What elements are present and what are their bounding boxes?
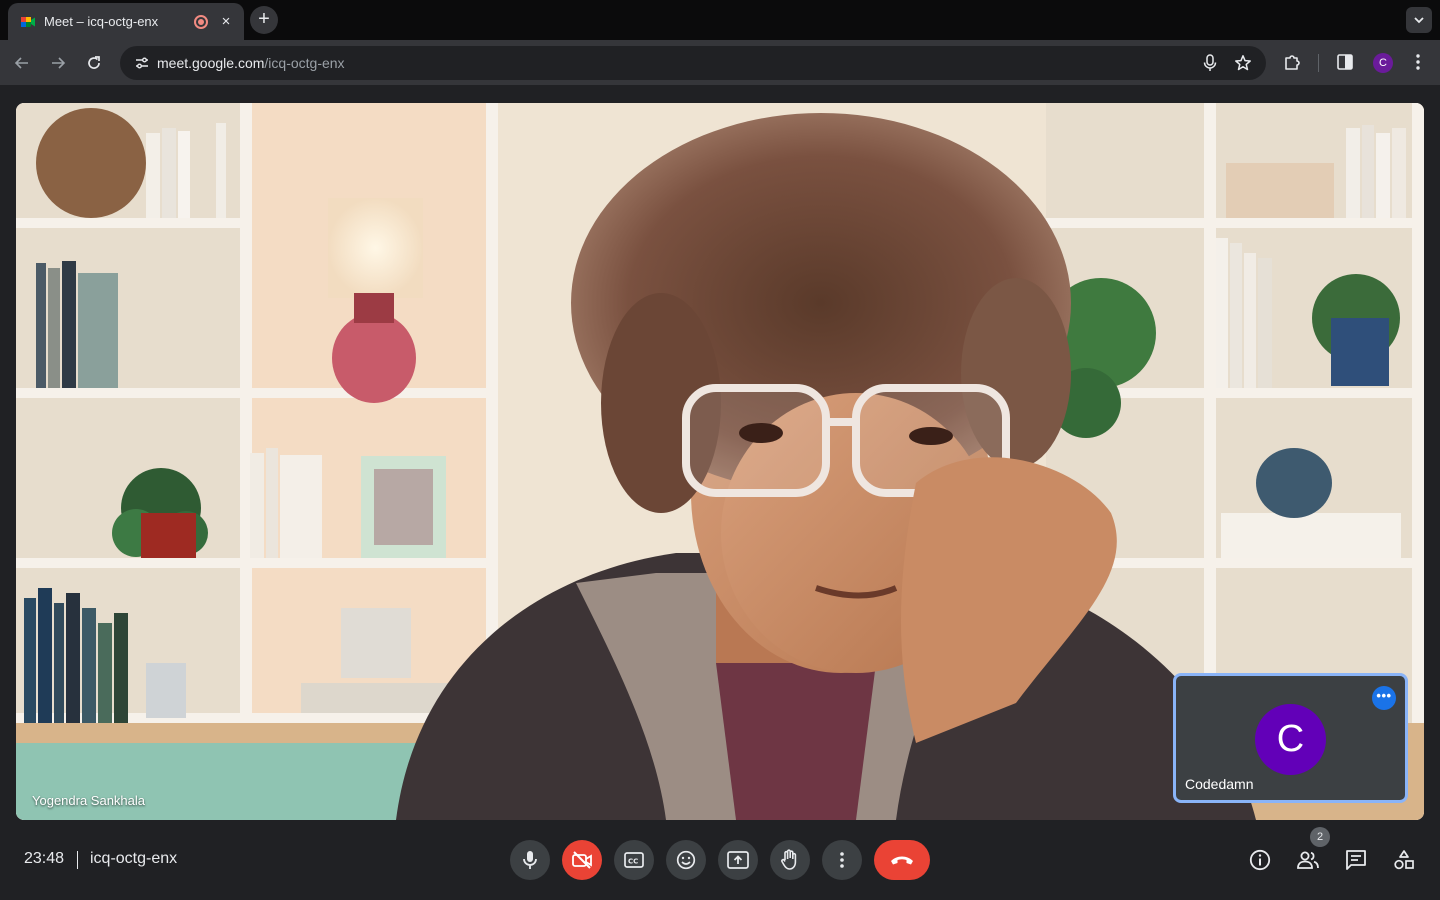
chat-button[interactable]: [1344, 848, 1368, 872]
meeting-details-button[interactable]: [1248, 848, 1272, 872]
captions-button[interactable]: CC: [614, 840, 654, 880]
tile-more-options-button[interactable]: •••: [1372, 686, 1396, 710]
tab-close-button[interactable]: ×: [218, 13, 234, 30]
camera-off-icon: [572, 851, 592, 869]
arrow-right-icon: [52, 57, 66, 69]
mic-icon: [523, 851, 537, 869]
self-view-tile[interactable]: ••• C Codedamn: [1173, 673, 1408, 803]
emoji-reactions-button[interactable]: [666, 840, 706, 880]
browser-tab[interactable]: Meet – icq-octg-enx ×: [8, 3, 244, 40]
raise-hand-button[interactable]: [770, 840, 810, 880]
leave-call-button[interactable]: [874, 840, 930, 880]
info-divider: [77, 851, 78, 869]
captions-icon: CC: [624, 852, 644, 868]
browser-toolbar: meet.google.com/icq-octg-enx C: [0, 40, 1440, 86]
raise-hand-icon: [781, 849, 797, 870]
meeting-code: icq-octg-enx: [90, 850, 178, 867]
address-bar[interactable]: meet.google.com/icq-octg-enx: [120, 46, 1266, 80]
participant-count-badge: 2: [1310, 827, 1330, 847]
url-path: /icq-octg-enx: [264, 55, 345, 71]
self-name-label: Codedamn: [1185, 776, 1254, 792]
recording-indicator-icon: [194, 14, 208, 29]
info-icon: [1249, 849, 1271, 871]
svg-text:CC: CC: [628, 858, 638, 866]
extensions-puzzle-icon[interactable]: [1282, 52, 1302, 77]
meeting-clock: 23:48: [24, 850, 65, 867]
present-screen-button[interactable]: [718, 840, 758, 880]
toolbar-divider: [1318, 54, 1319, 72]
present-icon: [727, 851, 749, 869]
more-options-button[interactable]: [822, 840, 862, 880]
people-icon: [1297, 851, 1319, 869]
url-text: meet.google.com/icq-octg-enx: [157, 55, 345, 71]
more-options-icon: [840, 852, 844, 868]
site-settings-icon[interactable]: [134, 55, 150, 76]
activities-icon: [1394, 850, 1414, 870]
site-mic-icon[interactable]: [1202, 54, 1218, 77]
reload-button[interactable]: [82, 51, 106, 75]
bookmark-star-icon[interactable]: [1234, 54, 1252, 77]
chat-icon: [1346, 850, 1366, 870]
url-host: meet.google.com: [157, 55, 265, 71]
tab-strip: Meet – icq-octg-enx × +: [0, 0, 1440, 40]
mic-toggle-button[interactable]: [510, 840, 550, 880]
self-avatar: C: [1255, 704, 1326, 775]
arrow-left-icon: [14, 57, 28, 69]
back-button[interactable]: [10, 51, 34, 75]
speaker-name-label: Yogendra Sankhala: [32, 793, 146, 808]
meet-favicon-icon: [20, 14, 36, 30]
emoji-icon: [676, 850, 696, 870]
side-panel-icon[interactable]: [1336, 53, 1354, 76]
reload-icon: [88, 56, 100, 69]
forward-button[interactable]: [46, 51, 70, 75]
tab-title: Meet – icq-octg-enx: [44, 14, 159, 29]
tab-search-button[interactable]: [1406, 7, 1432, 33]
camera-toggle-button[interactable]: [562, 840, 602, 880]
new-tab-button[interactable]: +: [250, 6, 278, 34]
profile-avatar[interactable]: C: [1373, 53, 1393, 73]
kebab-menu-icon[interactable]: [1408, 52, 1428, 77]
people-button[interactable]: [1296, 848, 1320, 872]
meet-stage: Yogendra Sankhala ••• C Codedamn 23:48 i…: [0, 86, 1440, 900]
activities-button[interactable]: [1392, 848, 1416, 872]
chevron-down-icon: [1414, 17, 1424, 24]
end-call-icon: [891, 856, 913, 865]
